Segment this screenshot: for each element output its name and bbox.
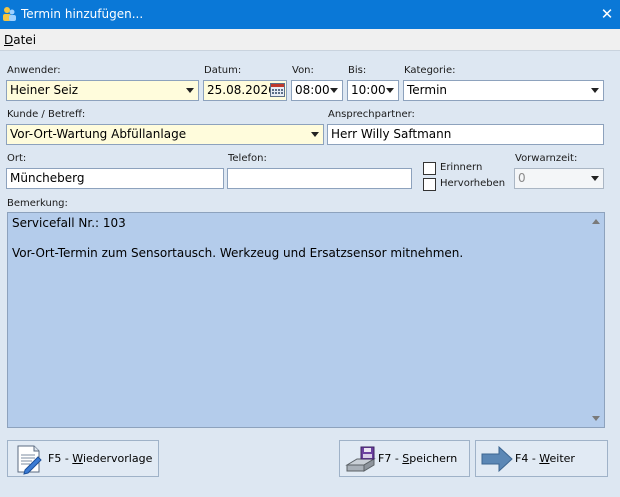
- vorwarnzeit-select: 0: [514, 168, 604, 189]
- datum-field[interactable]: 25.08.2026: [203, 80, 287, 101]
- weiter-accesskey: W: [539, 452, 550, 465]
- floppy-disk-icon: [345, 446, 376, 472]
- ansprechpartner-label: Ansprechpartner:: [328, 109, 415, 120]
- telefon-input[interactable]: [227, 168, 412, 189]
- erinnern-label: Erinnern: [440, 162, 483, 173]
- chevron-down-icon[interactable]: [587, 81, 603, 100]
- scroll-down-icon[interactable]: [592, 416, 600, 421]
- arrow-right-icon: [481, 445, 513, 473]
- bis-value: 10:00: [351, 83, 386, 97]
- weiter-suffix: eiter: [549, 452, 575, 465]
- ansprechpartner-input[interactable]: Herr Willy Saftmann: [327, 124, 604, 145]
- calendar-icon[interactable]: [270, 83, 285, 97]
- ort-value: Müncheberg: [10, 171, 85, 185]
- anwender-value: Heiner Seiz: [10, 83, 79, 97]
- kategorie-label: Kategorie:: [404, 65, 456, 76]
- von-label: Von:: [292, 65, 314, 76]
- weiter-prefix: F4 -: [515, 452, 540, 465]
- bemerkung-label: Bemerkung:: [7, 198, 68, 209]
- weiter-button[interactable]: F4 - Weiter: [475, 440, 608, 477]
- hervorheben-label: Hervorheben: [440, 178, 506, 189]
- datum-value: 25.08.2026: [207, 83, 276, 97]
- menu-bar: Datei: [0, 29, 620, 51]
- von-select[interactable]: 08:00: [291, 80, 343, 101]
- window-title: Termin hinzufügen...: [21, 7, 144, 21]
- wiedervorlage-accesskey: W: [72, 452, 83, 465]
- document-pen-icon: [17, 445, 42, 475]
- speichern-button[interactable]: F7 - Speichern: [339, 440, 470, 477]
- ansprechpartner-value: Herr Willy Saftmann: [331, 127, 452, 141]
- chevron-down-icon[interactable]: [182, 81, 198, 100]
- menu-datei[interactable]: Datei: [4, 33, 36, 47]
- app-people-icon: [3, 7, 16, 21]
- kategorie-value: Termin: [407, 83, 448, 97]
- menu-datei-accesskey: D: [4, 33, 14, 47]
- chevron-down-icon: [587, 169, 603, 188]
- title-bar: Termin hinzufügen... ✕: [0, 0, 620, 29]
- von-value: 08:00: [295, 83, 330, 97]
- vertical-scrollbar[interactable]: [589, 213, 604, 427]
- bis-label: Bis:: [348, 65, 367, 76]
- vorwarnzeit-label: Vorwarnzeit:: [515, 153, 578, 164]
- speichern-label: F7 - Speichern: [378, 452, 457, 465]
- ort-input[interactable]: Müncheberg: [6, 168, 224, 189]
- wiedervorlage-prefix: F5 -: [48, 452, 73, 465]
- scroll-up-icon[interactable]: [592, 219, 600, 224]
- kunde-label: Kunde / Betreff:: [7, 109, 86, 120]
- vorwarnzeit-value: 0: [518, 171, 526, 185]
- bemerkung-line: Servicefall Nr.: 103: [12, 216, 126, 230]
- chevron-down-icon[interactable]: [307, 125, 323, 144]
- erinnern-checkbox[interactable]: [423, 162, 436, 175]
- anwender-select[interactable]: Heiner Seiz: [6, 80, 199, 101]
- speichern-suffix: peichern: [409, 452, 458, 465]
- kunde-value: Vor-Ort-Wartung Abfüllanlage: [10, 127, 187, 141]
- kunde-select[interactable]: Vor-Ort-Wartung Abfüllanlage: [6, 124, 324, 145]
- hervorheben-checkbox[interactable]: [423, 178, 436, 191]
- anwender-label: Anwender:: [7, 65, 61, 76]
- close-icon[interactable]: ✕: [600, 5, 614, 23]
- speichern-prefix: F7 -: [378, 452, 403, 465]
- ort-label: Ort:: [7, 153, 27, 164]
- telefon-label: Telefon:: [228, 153, 267, 164]
- menu-datei-label: atei: [13, 33, 37, 47]
- chevron-down-icon[interactable]: [382, 81, 398, 100]
- chevron-down-icon[interactable]: [326, 81, 342, 100]
- wiedervorlage-label: F5 - Wiedervorlage: [48, 452, 152, 465]
- kategorie-select[interactable]: Termin: [403, 80, 604, 101]
- bemerkung-textarea[interactable]: Servicefall Nr.: 103 Vor-Ort-Termin zum …: [7, 212, 605, 428]
- bis-select[interactable]: 10:00: [347, 80, 399, 101]
- weiter-label: F4 - Weiter: [515, 452, 575, 465]
- bemerkung-line: Vor-Ort-Termin zum Sensortausch. Werkzeu…: [12, 246, 464, 260]
- wiedervorlage-button[interactable]: F5 - Wiedervorlage: [7, 440, 159, 477]
- datum-label: Datum:: [204, 65, 242, 76]
- wiedervorlage-suffix: iedervorlage: [82, 452, 153, 465]
